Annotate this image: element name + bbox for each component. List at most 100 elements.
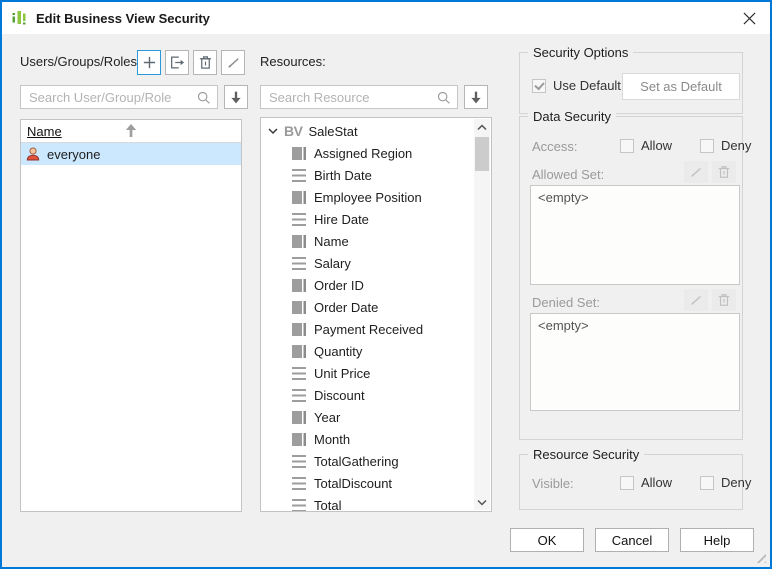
user-row-everyone[interactable]: everyone — [21, 143, 241, 165]
chevron-down-icon[interactable] — [267, 126, 279, 136]
add-user-button[interactable] — [137, 50, 161, 75]
dimension-icon — [292, 300, 306, 314]
measure-icon — [292, 476, 306, 490]
cancel-button[interactable]: Cancel — [595, 528, 669, 552]
tree-item[interactable]: Payment Received — [261, 318, 491, 340]
resource-search-input[interactable] — [261, 89, 436, 105]
visible-allow-label: Allow — [641, 475, 673, 490]
close-button[interactable] — [738, 7, 760, 29]
users-groups-roles-label: Users/Groups/Roles: — [20, 54, 141, 69]
tree-item[interactable]: Quantity — [261, 340, 491, 362]
tree-item[interactable]: Order Date — [261, 296, 491, 318]
tree-item[interactable]: Unit Price — [261, 362, 491, 384]
search-icon — [436, 90, 451, 105]
tree-item[interactable]: Total — [261, 494, 491, 511]
tree-item[interactable]: Employee Position — [261, 186, 491, 208]
dimension-icon — [292, 432, 306, 446]
resize-grip[interactable] — [753, 550, 766, 563]
user-search-go-button[interactable] — [224, 85, 248, 109]
arrow-down-icon — [471, 91, 481, 103]
tree-item[interactable]: Name — [261, 230, 491, 252]
search-icon — [196, 90, 211, 105]
tree-item[interactable]: TotalDiscount — [261, 472, 491, 494]
users-list-name-header[interactable]: Name — [21, 120, 241, 143]
trash-icon — [199, 56, 211, 69]
export-user-button[interactable] — [165, 50, 189, 75]
access-deny-checkbox[interactable] — [700, 138, 714, 153]
measure-icon — [292, 498, 306, 511]
allowed-set-box: <empty> — [530, 185, 740, 285]
tree-item[interactable]: Year — [261, 406, 491, 428]
plus-icon — [143, 56, 155, 69]
tree-item[interactable]: Order ID — [261, 274, 491, 296]
edit-denied-set-button[interactable] — [684, 289, 708, 311]
delete-user-button[interactable] — [193, 50, 217, 75]
pencil-icon — [691, 168, 701, 177]
visible-allow-row: Allow — [620, 475, 672, 490]
tree-item[interactable]: Salary — [261, 252, 491, 274]
resources-label: Resources: — [260, 54, 326, 69]
pencil-icon — [227, 58, 239, 68]
resource-search-box — [260, 85, 458, 109]
trash-icon — [718, 166, 730, 178]
visible-deny-label: Deny — [721, 475, 752, 490]
measure-icon — [292, 454, 306, 468]
resource-security-group: Resource Security Visible: Allow Deny — [519, 447, 751, 510]
tree-item[interactable]: Assigned Region — [261, 142, 491, 164]
security-options-legend: Security Options — [528, 45, 634, 60]
denied-set-value: <empty> — [538, 318, 589, 333]
arrow-down-icon — [231, 91, 241, 103]
tree-item[interactable]: Hire Date — [261, 208, 491, 230]
tree-root-salestat[interactable]: BV SaleStat — [261, 120, 491, 142]
title-bar: Edit Business View Security — [2, 2, 770, 34]
tree-scrollbar[interactable] — [474, 119, 490, 510]
tree-item[interactable]: Birth Date — [261, 164, 491, 186]
clear-allowed-set-button[interactable] — [712, 161, 736, 183]
dimension-icon — [292, 190, 306, 204]
dimension-icon — [292, 278, 306, 292]
edit-user-button[interactable] — [221, 50, 245, 75]
resource-security-legend: Resource Security — [528, 447, 645, 462]
name-column-label: Name — [27, 123, 62, 139]
measure-icon — [292, 366, 306, 380]
tree-root-label: SaleStat — [308, 123, 358, 139]
allowed-set-label: Allowed Set: — [532, 167, 605, 182]
clear-denied-set-button[interactable] — [712, 289, 736, 311]
edit-allowed-set-button[interactable] — [684, 161, 708, 183]
visible-allow-checkbox[interactable] — [620, 475, 634, 490]
visible-deny-checkbox[interactable] — [700, 475, 714, 490]
tree-item[interactable]: Discount — [261, 384, 491, 406]
set-as-default-button[interactable]: Set as Default — [622, 73, 740, 100]
scroll-up-button[interactable] — [474, 119, 490, 135]
help-button[interactable]: Help — [680, 528, 754, 552]
visible-deny-row: Deny — [700, 475, 751, 490]
user-row-label: everyone — [47, 146, 101, 162]
access-deny-label: Deny — [721, 138, 752, 153]
resource-search-go-button[interactable] — [464, 85, 488, 109]
export-icon — [171, 56, 185, 69]
allowed-set-value: <empty> — [538, 190, 589, 205]
measure-icon — [292, 388, 306, 402]
tree-item[interactable]: Month — [261, 428, 491, 450]
visible-label: Visible: — [532, 476, 574, 491]
use-default-checkbox[interactable] — [532, 78, 546, 93]
scrollbar-thumb[interactable] — [475, 137, 489, 171]
pencil-icon — [691, 296, 701, 305]
ok-button[interactable]: OK — [510, 528, 584, 552]
dimension-icon — [292, 410, 306, 424]
users-list: Name everyone — [20, 119, 242, 512]
user-search-input[interactable] — [21, 89, 196, 105]
dimension-icon — [292, 146, 306, 160]
sort-ascending-icon — [124, 122, 139, 142]
security-options-group: Security Options Use Default Set as Defa… — [519, 45, 743, 114]
tree-item[interactable]: TotalGathering — [261, 450, 491, 472]
dimension-icon — [292, 322, 306, 336]
measure-icon — [292, 212, 306, 226]
tree-items-container: Assigned Region Birth Date Employee Posi… — [261, 142, 491, 511]
access-allow-checkbox[interactable] — [620, 138, 634, 153]
scroll-down-button[interactable] — [474, 494, 490, 510]
data-security-legend: Data Security — [528, 109, 617, 124]
measure-icon — [292, 168, 306, 182]
user-icon — [26, 147, 40, 161]
app-logo-icon — [12, 11, 26, 25]
